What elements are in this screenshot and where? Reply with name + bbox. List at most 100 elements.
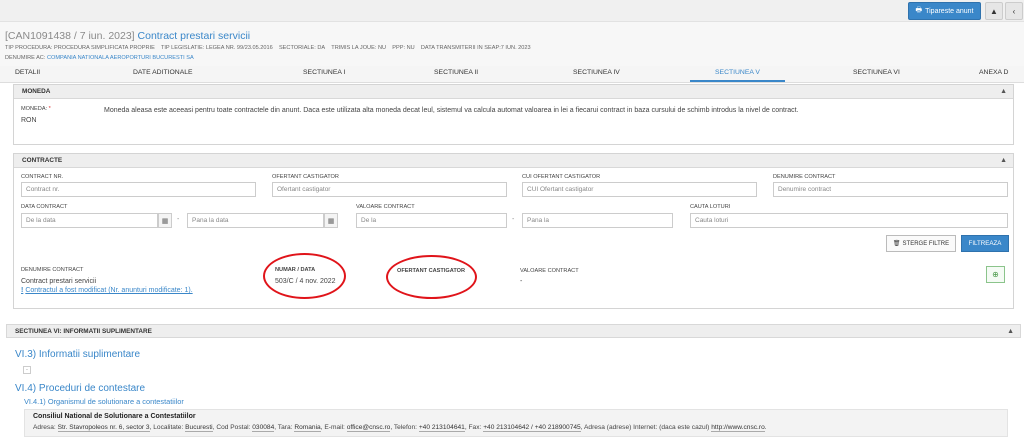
section-tabs: DETALII DATE ADITIONALE SECTIUNEA I SECT…	[0, 66, 1024, 83]
print-announcement-label: Tipareste anunt	[925, 7, 974, 15]
authority-row: DENUMIRE AC: COMPANIA NATIONALA AEROPORT…	[5, 55, 194, 61]
meta-label-ppp: PPP:	[392, 45, 405, 51]
contracte-panel: CONTRACTE ▲	[13, 153, 1014, 309]
moneda-label-text: MONEDA:	[21, 106, 48, 112]
tab-sectiunea-i[interactable]: SECTIUNEA I	[303, 69, 345, 76]
col-valoare-header: VALOARE CONTRACT	[520, 268, 579, 274]
valoare-to-input[interactable]: Pana la	[522, 213, 673, 228]
meta-value-sectoriale: DA	[317, 45, 326, 51]
authority-label: DENUMIRE AC:	[5, 55, 46, 61]
data-from-input[interactable]: De la data	[21, 213, 158, 228]
telefon-value: +40 213104641	[418, 424, 465, 432]
notice-header: [CAN1091438 / 7 iun. 2023] Contract pres…	[0, 22, 1024, 66]
adresa-value: Str. Stavropoleos nr. 6, sector 3	[57, 424, 150, 432]
cod-postal-label: , Cod Postal:	[212, 424, 251, 431]
date-range-dash: -	[177, 216, 180, 223]
chevron-up-icon[interactable]: ▲	[1007, 325, 1014, 338]
moneda-label: MONEDA: *	[21, 106, 51, 112]
vi41-heading: VI.4.1) Organismul de solutionare a cont…	[24, 397, 184, 406]
collapse-button[interactable]: ▲	[985, 2, 1003, 20]
tara-label: , Tara:	[274, 424, 293, 431]
meta-label-sectoriale: SECTORIALE:	[278, 45, 316, 51]
authority-link[interactable]: COMPANIA NATIONALA AEROPORTURI BUCURESTI…	[47, 55, 194, 61]
meta-label-data-transmiterii: DATA TRANSMITERII IN SEAP:	[420, 45, 501, 51]
clear-filters-label: STERGE FILTRE	[902, 240, 950, 247]
cui-input[interactable]: CUI Ofertant castigator	[522, 182, 757, 197]
notice-meta-row: TIP PROCEDURA: PROCEDURA SIMPLIFICATA PR…	[5, 45, 531, 51]
fax-value: +40 213104642 / +40 218900745	[483, 424, 581, 432]
active-tab-indicator	[690, 80, 785, 82]
annotation-circle-numar	[263, 253, 346, 299]
expand-contract-button[interactable]: ⊕	[986, 266, 1005, 283]
internet-label: , Adresa (adrese) Internet: (daca este c…	[580, 424, 710, 431]
calendar-icon[interactable]: ▦	[324, 213, 338, 228]
appeal-body-box: Consiliul National de Solutionare a Cont…	[24, 409, 1008, 437]
fax-label: , Fax:	[464, 424, 482, 431]
notice-title: Contract prestari servicii	[137, 30, 251, 42]
denumire-input[interactable]: Denumire contract	[773, 182, 1008, 197]
ofertant-input[interactable]: Ofertant castigator	[272, 182, 507, 197]
meta-value-tip-legislatie: LEGEA NR. 99/23.05.2016	[205, 45, 273, 51]
tab-anexa-d[interactable]: ANEXA D	[979, 69, 1008, 76]
data-to-input[interactable]: Pana la data	[187, 213, 324, 228]
cod-postal-value: 030084	[252, 424, 275, 432]
meta-label-tip-procedura: TIP PROCEDURA:	[5, 45, 53, 51]
vi3-empty-value: -	[23, 366, 31, 374]
loturi-input[interactable]: Cauta loturi	[690, 213, 1008, 228]
data-contract-label: DATA CONTRACT	[21, 204, 68, 210]
vi4-heading: VI.4) Proceduri de contestare	[15, 383, 146, 394]
print-announcement-button[interactable]: 🖶 Tipareste anunt	[908, 2, 981, 20]
clear-filters-button[interactable]: 🗑 STERGE FILTRE	[886, 235, 956, 252]
top-toolbar: 🖶 Tipareste anunt ▲ ‹	[0, 0, 1024, 22]
tab-date-aditionale[interactable]: DATE ADITIONALE	[133, 69, 193, 76]
meta-value-ppp: NU	[406, 45, 415, 51]
chevron-up-icon[interactable]: ▲	[1000, 85, 1007, 99]
meta-label-tip-legislatie: TIP LEGISLATIE:	[160, 45, 205, 51]
internet-link[interactable]: http://www.cnsc.ro	[711, 424, 765, 432]
contract-nr-label: CONTRACT NR.	[21, 174, 64, 180]
cui-label: CUI OFERTANT CASTIGATOR	[522, 174, 601, 180]
ofertant-label: OFERTANT CASTIGATOR	[272, 174, 339, 180]
localitate-value: Bucuresti	[185, 424, 213, 432]
chevron-up-icon: ▲	[990, 6, 998, 16]
value-range-dash: -	[512, 216, 515, 223]
tab-sectiunea-ii[interactable]: SECTIUNEA II	[434, 69, 478, 76]
page-title: [CAN1091438 / 7 iun. 2023] Contract pres…	[5, 30, 250, 42]
meta-value-tip-procedura: PROCEDURA SIMPLIFICATA PROPRIE	[54, 45, 155, 51]
adresa-label: Adresa:	[33, 424, 56, 431]
sectiunea-vi-header[interactable]: SECTIUNEA VI: INFORMATII SUPLIMENTARE ▲	[6, 324, 1021, 338]
calendar-icon[interactable]: ▦	[158, 213, 172, 228]
loturi-label: CAUTA LOTURI	[690, 204, 731, 210]
email-value: office@cnsc.ro	[346, 424, 391, 432]
sectiunea-vi-heading: SECTIUNEA VI: INFORMATII SUPLIMENTARE	[15, 328, 152, 335]
filter-label: FILTREAZA	[968, 240, 1002, 247]
tab-detalii[interactable]: DETALII	[15, 69, 40, 76]
required-mark: *	[48, 106, 51, 112]
meta-value-trimis-joue: NU	[377, 45, 387, 51]
tab-sectiunea-vi[interactable]: SECTIUNEA VI	[853, 69, 900, 76]
tara-value: Romania	[294, 424, 321, 432]
telefon-label: , Telefon:	[390, 424, 417, 431]
annotation-circle-ofertant	[386, 255, 477, 299]
meta-label-trimis-joue: TRIMIS LA JOUE:	[331, 45, 377, 51]
tab-sectiunea-v[interactable]: SECTIUNEA V	[715, 69, 760, 76]
moneda-value: RON	[21, 117, 37, 124]
filter-button[interactable]: FILTREAZA	[961, 235, 1009, 252]
moneda-description: Moneda aleasa este aceeasi pentru toate …	[104, 107, 799, 114]
notice-code: [CAN1091438 / 7 iun. 2023]	[5, 30, 135, 42]
contract-modified-link[interactable]: ! Contractul a fost modificat (Nr. anuntu…	[21, 287, 193, 294]
back-button[interactable]: ‹	[1005, 2, 1023, 20]
contracte-panel-header[interactable]: CONTRACTE ▲	[14, 154, 1013, 168]
chevron-up-icon[interactable]: ▲	[1000, 154, 1007, 168]
valoare-from-input[interactable]: De la	[356, 213, 507, 228]
appeal-body-name: Consiliul National de Solutionare a Cont…	[33, 413, 196, 420]
contract-nr-input[interactable]: Contract nr.	[21, 182, 256, 197]
address-end: .	[764, 424, 767, 431]
valoare-label: VALOARE CONTRACT	[356, 204, 415, 210]
tab-sectiunea-iv[interactable]: SECTIUNEA IV	[573, 69, 620, 76]
email-label: , E-mail:	[320, 424, 345, 431]
chevron-left-icon: ‹	[1012, 6, 1016, 16]
moneda-heading: MONEDA	[22, 88, 51, 95]
moneda-panel-header[interactable]: MONEDA ▲	[14, 85, 1013, 99]
meta-value-data-transmiterii: 7 IUN. 2023	[500, 45, 531, 51]
